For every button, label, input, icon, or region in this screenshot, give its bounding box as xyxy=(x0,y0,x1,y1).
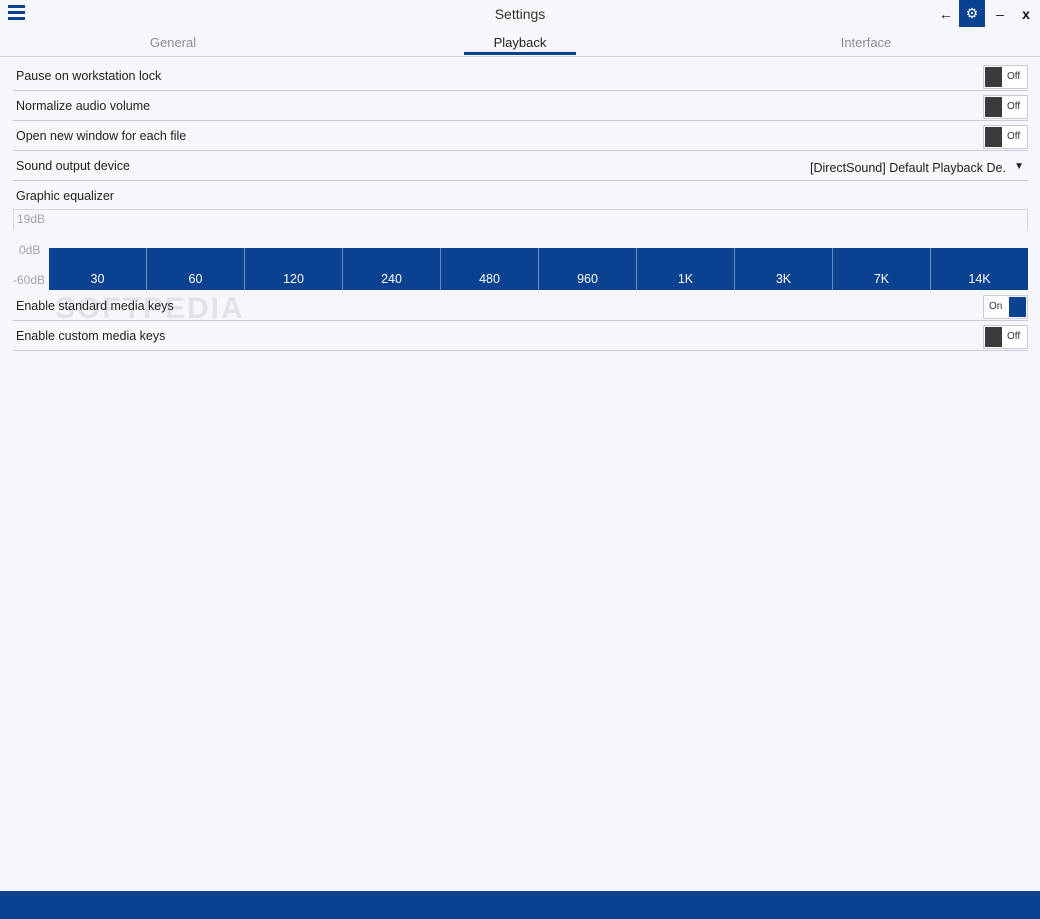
setting-label: Graphic equalizer xyxy=(16,189,114,203)
toggle-knob xyxy=(985,67,1002,87)
toggle-state: Off xyxy=(1007,331,1021,342)
eq-band-60[interactable]: 60 xyxy=(147,248,245,290)
toggle-state: Off xyxy=(1007,101,1021,112)
toggle-knob xyxy=(1009,297,1026,317)
minimize-icon[interactable]: – xyxy=(987,0,1013,27)
setting-row-standard-media-keys: Enable standard media keys On xyxy=(13,291,1028,321)
toggle-state: Off xyxy=(1007,131,1021,142)
eq-band-label: 480 xyxy=(479,272,500,286)
normalize-volume-toggle[interactable]: Off xyxy=(983,95,1028,119)
sound-output-dropdown[interactable]: [DirectSound] Default Playback De... ▼ xyxy=(806,157,1028,177)
eq-band-label: 7K xyxy=(873,272,890,286)
eq-band-7k[interactable]: 7K xyxy=(833,248,931,290)
tab-general[interactable]: General xyxy=(140,35,206,50)
eq-band-3k[interactable]: 3K xyxy=(735,248,833,290)
eq-band-480[interactable]: 480 xyxy=(441,248,539,290)
toggle-state: On xyxy=(989,301,1003,312)
window-title: Settings xyxy=(494,6,546,22)
eq-band-14k[interactable]: 14K xyxy=(931,248,1028,290)
standard-media-keys-toggle[interactable]: On xyxy=(983,295,1028,319)
graphic-equalizer: 19dB 0dB -60dB 30 60 120 240 480 960 1K … xyxy=(13,209,1028,291)
close-icon[interactable]: x xyxy=(1013,0,1039,27)
setting-row-new-window: Open new window for each file Off xyxy=(13,121,1028,151)
eq-band-label: 60 xyxy=(188,272,203,286)
setting-row-normalize-volume: Normalize audio volume Off xyxy=(13,91,1028,121)
setting-row-equalizer: Graphic equalizer xyxy=(13,181,1028,210)
tab-interface[interactable]: Interface xyxy=(820,35,912,50)
arrow-left-icon[interactable]: ← xyxy=(933,0,959,27)
toggle-knob xyxy=(985,127,1002,147)
eq-band-label: 240 xyxy=(381,272,402,286)
toggle-knob xyxy=(985,327,1002,347)
pause-on-lock-toggle[interactable]: Off xyxy=(983,65,1028,89)
tab-bar: General Playback Interface xyxy=(0,29,1040,57)
eq-band-label: 30 xyxy=(90,272,105,286)
title-bar: Settings ← ⚙ – x xyxy=(0,0,1040,28)
eq-band-120[interactable]: 120 xyxy=(245,248,343,290)
active-tab-indicator xyxy=(464,52,576,55)
setting-label: Enable custom media keys xyxy=(16,329,166,343)
eq-band-label: 1K xyxy=(677,272,694,286)
setting-row-sound-output: Sound output device [DirectSound] Defaul… xyxy=(13,151,1028,181)
setting-label: Pause on workstation lock xyxy=(16,69,162,83)
toggle-state: Off xyxy=(1007,71,1021,82)
tab-playback[interactable]: Playback xyxy=(464,35,576,50)
eq-band-30[interactable]: 30 xyxy=(49,248,147,290)
chevron-down-icon: ▼ xyxy=(1014,161,1024,172)
setting-label: Normalize audio volume xyxy=(16,99,151,113)
status-bar xyxy=(0,891,1040,919)
gear-icon[interactable]: ⚙ xyxy=(959,0,985,27)
setting-label: Enable standard media keys xyxy=(16,299,174,313)
new-window-toggle[interactable]: Off xyxy=(983,125,1028,149)
custom-media-keys-toggle[interactable]: Off xyxy=(983,325,1028,349)
equalizer-frame xyxy=(13,209,1028,230)
eq-band-960[interactable]: 960 xyxy=(539,248,637,290)
eq-band-label: 3K xyxy=(775,272,792,286)
dropdown-value: [DirectSound] Default Playback De... xyxy=(810,161,1006,175)
eq-band-1k[interactable]: 1K xyxy=(637,248,735,290)
db-label-top: 19dB xyxy=(17,212,46,226)
setting-row-custom-media-keys: Enable custom media keys Off xyxy=(13,321,1028,351)
eq-band-label: 14K xyxy=(968,272,991,286)
toggle-knob xyxy=(985,97,1002,117)
setting-label: Open new window for each file xyxy=(16,129,187,143)
eq-band-label: 960 xyxy=(577,272,598,286)
db-label-bottom: -60dB xyxy=(13,273,46,287)
eq-band-240[interactable]: 240 xyxy=(343,248,441,290)
setting-row-pause-on-lock: Pause on workstation lock Off xyxy=(13,61,1028,91)
equalizer-bands: 30 60 120 240 480 960 1K 3K 7K 14K xyxy=(49,248,1028,290)
eq-band-label: 120 xyxy=(283,272,304,286)
db-label-mid: 0dB xyxy=(19,243,41,257)
setting-label: Sound output device xyxy=(16,159,130,173)
